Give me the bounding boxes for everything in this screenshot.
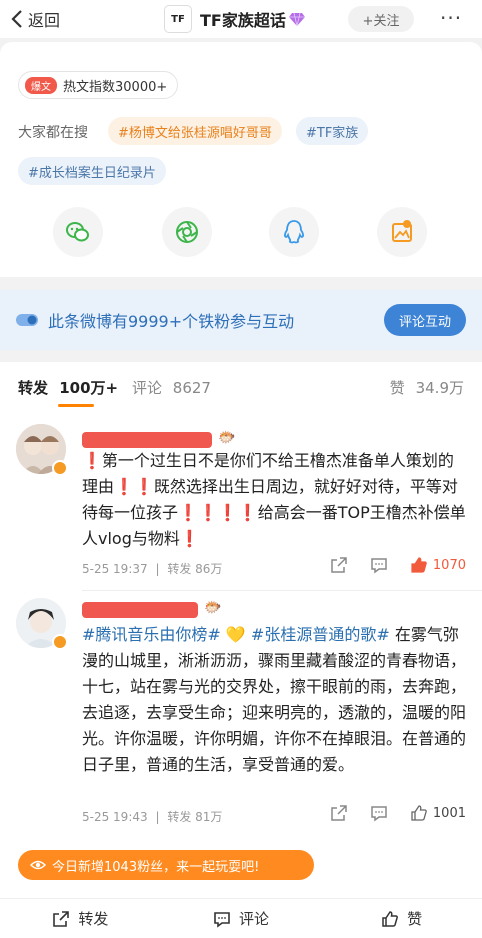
- tab-comments[interactable]: 评论 8627: [132, 377, 211, 398]
- repost-button[interactable]: 转发: [0, 899, 161, 938]
- share-out-icon[interactable]: [330, 804, 348, 822]
- tab-likes-label: 赞: [389, 379, 405, 397]
- comment-segment: ❗: [179, 529, 200, 548]
- verified-badge: [52, 634, 68, 650]
- share-moments-button[interactable]: [162, 207, 212, 257]
- tab-bar: 转发 100万+ 评论 8627 赞 34.9万: [0, 362, 482, 410]
- tab-likes[interactable]: 赞 34.9万: [390, 377, 464, 398]
- fans-interaction-banner: 此条微博有9999+个铁粉参与互动 评论互动: [0, 290, 482, 350]
- qq-icon: [284, 220, 304, 244]
- username-redacted[interactable]: [82, 432, 212, 448]
- bottom-action-bar: 转发 评论 赞: [0, 898, 482, 938]
- username-redacted[interactable]: [82, 602, 198, 618]
- comment-like-count: 1001: [432, 805, 466, 821]
- comment-like-count: 1070: [432, 557, 466, 573]
- verified-badge: [52, 460, 68, 476]
- more-menu-button[interactable]: ···: [440, 8, 462, 28]
- chevron-left-icon: [11, 10, 22, 28]
- comment-icon[interactable]: [370, 804, 388, 822]
- comment-label: 评论: [239, 910, 270, 928]
- supertopic-title[interactable]: TF TF家族超话: [164, 5, 305, 33]
- follow-button[interactable]: +关注: [348, 6, 414, 32]
- share-out-icon: [53, 910, 70, 927]
- comment-text: #腾讯音乐由你榜# 💛 #张桂源普通的歌# 在雾气弥漫的山城里，淅淅沥沥，骤雨里…: [82, 622, 468, 778]
- comment-interact-button[interactable]: 评论互动: [384, 304, 466, 336]
- hot-post-chip[interactable]: 爆文 热文指数30000+: [18, 71, 179, 99]
- name-emoji: 🐡: [218, 430, 236, 446]
- tab-likes-count: 34.9万: [415, 379, 464, 397]
- comment-topic[interactable]: #腾讯音乐由你榜#: [82, 625, 221, 644]
- diamond-icon: [288, 12, 305, 27]
- search-tag[interactable]: #杨博文给张桂源唱好哥哥: [108, 117, 282, 145]
- list-item: 🐡 ❗第一个过生日不是你们不给王橹杰准备单人策划的理由❗❗既然选择出生日周边，就…: [0, 420, 482, 582]
- thumbs-up-icon[interactable]: [410, 556, 428, 574]
- comment-icon[interactable]: [370, 556, 388, 574]
- share-out-icon[interactable]: [330, 556, 348, 574]
- comment-time: 5-25 19:43: [82, 810, 148, 824]
- comment-repost-count: 转发 81万: [167, 810, 223, 824]
- tab-repost-count: 100万+: [59, 379, 119, 397]
- comment-segment: ❗❗❗❗: [178, 503, 258, 522]
- trending-search-label: 大家都在搜: [18, 125, 88, 141]
- comment-button[interactable]: 评论: [161, 899, 322, 938]
- repost-label: 转发: [78, 910, 109, 928]
- share-row: [0, 207, 482, 257]
- comment-segment: ❗❗: [114, 477, 154, 496]
- thumbs-up-icon: [382, 910, 399, 927]
- save-image-icon: [392, 220, 412, 242]
- tab-repost[interactable]: 转发 100万+: [18, 377, 118, 398]
- tab-comments-count: 8627: [172, 379, 211, 397]
- comment-segment: 在雾气弥漫的山城里，淅淅沥沥，骤雨里藏着酸涩的青春物语，十七，站在雾与光的交界处…: [82, 625, 467, 774]
- comment-repost-count: 转发 86万: [167, 562, 223, 576]
- tab-comments-label: 评论: [132, 379, 163, 397]
- toast-text: 今日新增1043粉丝，来一起玩耍吧!: [52, 859, 260, 875]
- search-tag[interactable]: #TF家族: [296, 117, 369, 145]
- comment-text: ❗第一个过生日不是你们不给王橹杰准备单人策划的理由❗❗既然选择出生日周边，就好好…: [82, 448, 468, 552]
- share-qq-button[interactable]: [269, 207, 319, 257]
- comment-segment: ❗: [82, 451, 102, 470]
- thumbs-up-icon[interactable]: [410, 804, 428, 822]
- like-button[interactable]: 赞: [321, 899, 482, 938]
- comment-actions: 1001: [308, 804, 466, 822]
- comment-actions: 1070: [308, 556, 466, 574]
- moments-icon: [176, 221, 198, 243]
- fans-banner-text: 此条微博有9999+个铁粉参与互动: [48, 312, 295, 331]
- toggle-icon: [16, 314, 38, 326]
- tab-repost-label: 转发: [18, 379, 49, 397]
- like-label: 赞: [407, 910, 423, 928]
- post-extras-card: 爆文 热文指数30000+ 大家都在搜 #杨博文给张桂源唱好哥哥 #TF家族 #…: [0, 42, 482, 277]
- eye-icon: [30, 860, 46, 870]
- list-item: 🐡 #腾讯音乐由你榜# 💛 #张桂源普通的歌# 在雾气弥漫的山城里，淅淅沥沥，骤…: [0, 596, 482, 836]
- save-image-button[interactable]: [377, 207, 427, 257]
- back-label: 返回: [28, 11, 61, 30]
- back-button[interactable]: 返回: [10, 7, 60, 31]
- comment-meta: 5-25 19:43 | 转发 81万: [82, 810, 223, 824]
- comment-icon: [214, 911, 230, 928]
- new-fans-toast[interactable]: 今日新增1043粉丝，来一起玩耍吧!: [18, 850, 314, 880]
- share-wechat-button[interactable]: [53, 207, 103, 257]
- divider: [82, 590, 482, 591]
- top-bar: 返回 TF TF家族超话 +关注 ···: [0, 0, 482, 38]
- comment-meta: 5-25 19:37 | 转发 86万: [82, 562, 223, 576]
- comment-time: 5-25 19:37: [82, 562, 148, 576]
- name-emoji: 🐡: [204, 600, 222, 616]
- tf-logo: TF: [164, 5, 192, 33]
- comment-topic[interactable]: #张桂源普通的歌#: [251, 625, 390, 644]
- hot-index-text: 热文指数30000+: [63, 79, 168, 95]
- wechat-icon: [66, 222, 89, 242]
- active-tab-indicator: [58, 404, 94, 407]
- search-tag[interactable]: #成长档案生日纪录片: [18, 157, 166, 185]
- comment-segment: 💛: [220, 625, 251, 644]
- page-title: TF家族超话: [200, 11, 286, 30]
- hot-badge: 爆文: [25, 76, 57, 94]
